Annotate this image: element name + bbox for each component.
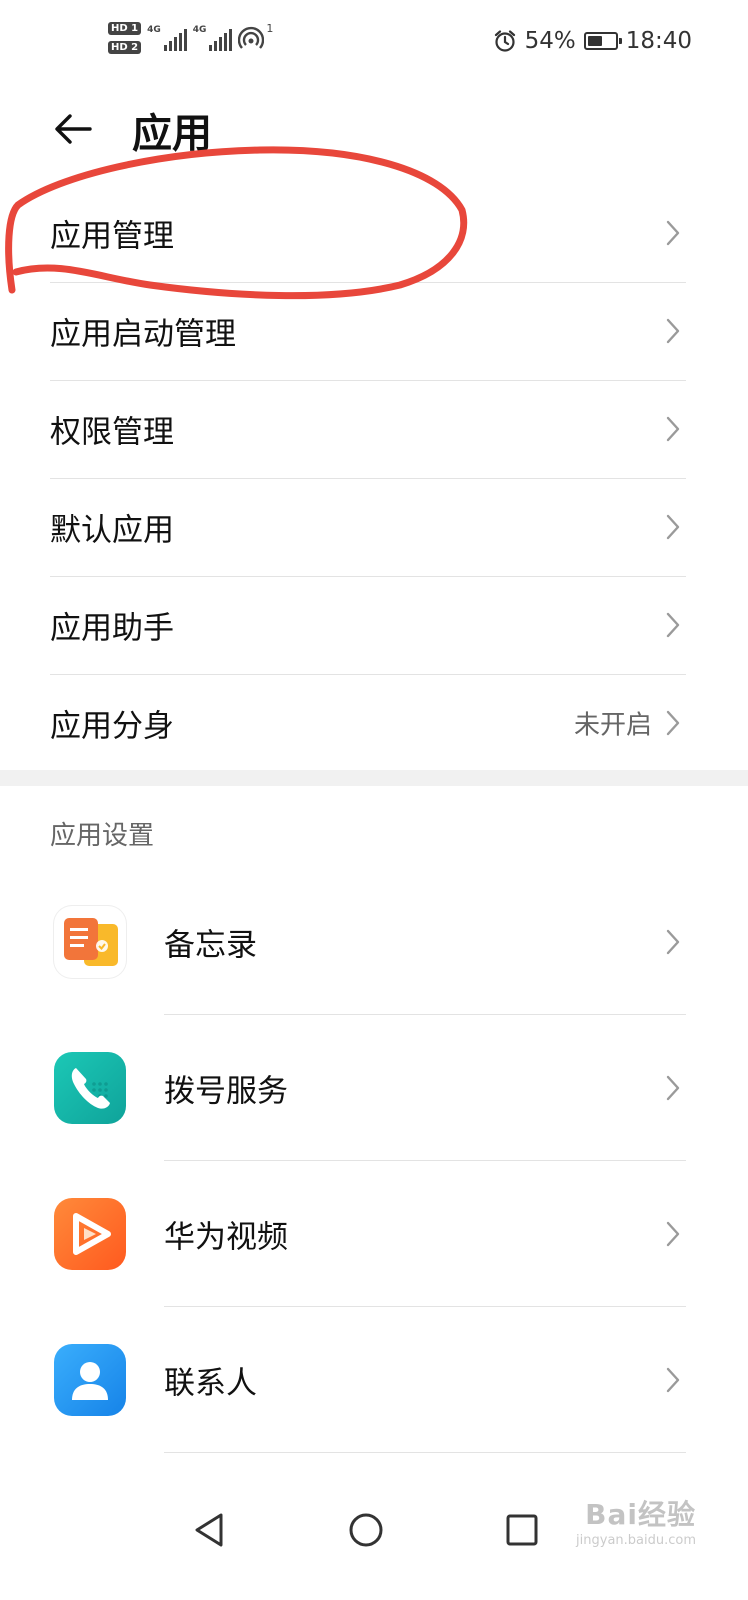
signal-icon-sim1: 4G [147, 25, 187, 51]
nav-back-icon[interactable] [185, 1505, 235, 1555]
menu-item-permission-management[interactable]: 权限管理 [50, 380, 686, 479]
app-label: 联系人 [164, 1365, 257, 1402]
app-item-dialer-service[interactable]: 拨号服务 [50, 1015, 686, 1161]
battery-percent: 54% [524, 28, 576, 54]
app-item-huawei-video[interactable]: 华为视频 [50, 1161, 686, 1307]
chevron-right-icon [666, 929, 680, 955]
status-left: HD 1 HD 2 4G 4G 1 [108, 22, 273, 54]
chevron-right-icon [666, 612, 680, 638]
app-label: 华为视频 [164, 1219, 288, 1256]
page-title: 应用 [132, 111, 212, 157]
menu-item-label: 应用助手 [50, 610, 174, 647]
chevron-right-icon [666, 514, 680, 540]
nav-recents-icon[interactable] [497, 1505, 547, 1555]
hd-indicators: HD 1 HD 2 [108, 22, 142, 54]
chevron-right-icon [666, 710, 680, 736]
app-item-contacts[interactable]: 联系人 [50, 1307, 686, 1453]
hotspot-icon [238, 26, 265, 49]
baidu-jingyan-watermark: Bai经验 jingyan.baidu.com [576, 1493, 696, 1548]
nav-home-icon[interactable] [341, 1505, 391, 1555]
chevron-right-icon [666, 1075, 680, 1101]
clock: 18:40 [625, 28, 692, 54]
phone-icon [54, 1052, 126, 1124]
status-right: 54% 18:40 [493, 28, 692, 54]
page-header: 应用 [0, 95, 748, 165]
section-title: 应用设置 [50, 821, 155, 851]
hd-badge-2: HD 2 [108, 41, 142, 54]
watermark-sub: jingyan.baidu.com [576, 1533, 696, 1548]
row-divider [164, 1452, 686, 1453]
alarm-icon [494, 30, 515, 52]
chevron-right-icon [666, 416, 680, 442]
battery-icon [583, 32, 622, 50]
video-icon [54, 1198, 126, 1270]
chevron-right-icon [666, 1367, 680, 1393]
chevron-right-icon [666, 318, 680, 344]
menu-item-label: 权限管理 [50, 414, 174, 451]
back-arrow-icon[interactable] [52, 107, 96, 151]
network-type-label: 4G [192, 25, 207, 35]
watermark-main: Bai经验 [585, 1498, 696, 1531]
menu-item-label: 应用分身 [50, 708, 174, 745]
menu-item-app-twin[interactable]: 应用分身 未开启 [50, 674, 686, 772]
chevron-right-icon [666, 220, 680, 246]
hotspot-count: 1 [266, 22, 274, 35]
app-label: 拨号服务 [164, 1073, 288, 1110]
app-twin-status: 未开启 [573, 710, 652, 741]
menu-item-startup-management[interactable]: 应用启动管理 [50, 282, 686, 381]
menu-item-label: 应用管理 [50, 218, 174, 255]
signal-icon-sim2: 4G [193, 25, 233, 51]
hd-badge-1: HD 1 [108, 22, 142, 35]
section-divider [0, 770, 748, 786]
menu-item-default-apps[interactable]: 默认应用 [50, 478, 686, 577]
menu-item-label: 应用启动管理 [50, 316, 236, 353]
app-item-memo[interactable]: 备忘录 [50, 869, 686, 1015]
menu-item-app-assistant[interactable]: 应用助手 [50, 576, 686, 675]
menu-item-label: 默认应用 [50, 512, 174, 549]
chevron-right-icon [666, 1221, 680, 1247]
app-label: 备忘录 [164, 927, 257, 964]
memo-icon [54, 906, 126, 978]
status-bar: HD 1 HD 2 4G 4G 1 54% 18:40 [0, 0, 748, 90]
network-type-label: 4G [147, 25, 161, 35]
menu-item-app-management[interactable]: 应用管理 [50, 184, 686, 283]
contacts-icon [54, 1344, 126, 1416]
